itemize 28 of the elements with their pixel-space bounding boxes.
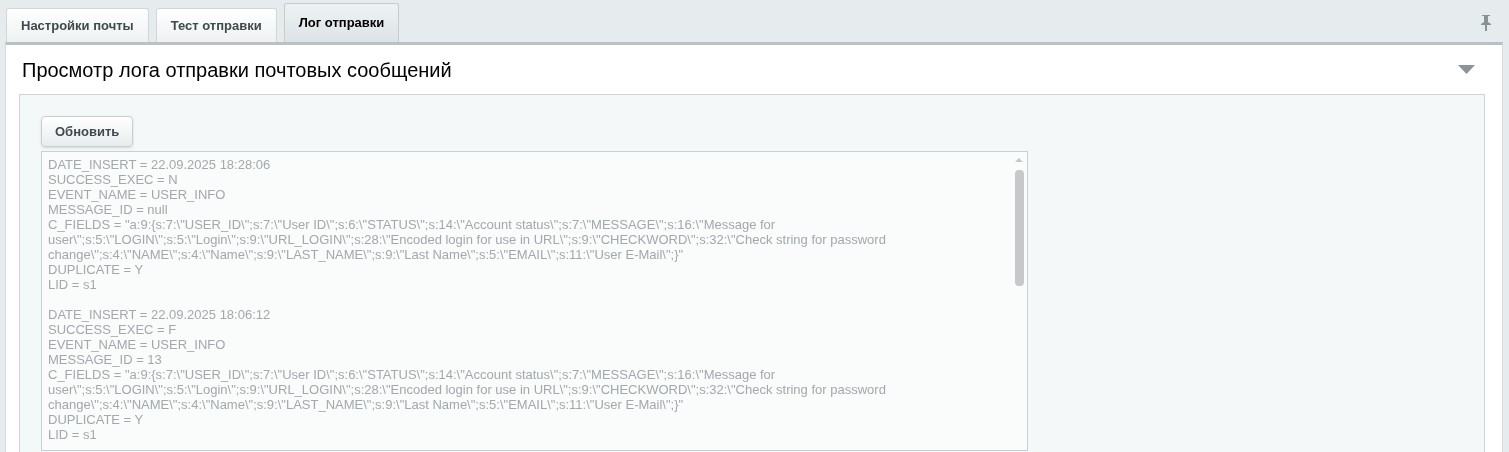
log-line: EVENT_NAME = USER_INFO [48, 187, 226, 202]
log-line: MESSAGE_ID = null [48, 202, 168, 217]
collapse-icon[interactable] [1458, 65, 1475, 74]
log-line: C_FIELDS = "a:9:{s:7:\"USER_ID\";s:7:\"User ID\";s:6:\"STATUS\";s:14:\"Account status\";s:7:\"MESSAGE\";s:16:\"Message for [48, 217, 776, 232]
log-line: DUPLICATE = Y [48, 262, 144, 277]
log-line: change\";s:4:\"NAME\";s:4:\"Name\";s:9:\"LAST_NAME\";s:9:\"Last Name\";s:5:\"EMAIL\";s:11:\"User E-Mail\";}" [48, 397, 684, 412]
log-line: DUPLICATE = Y [48, 412, 144, 427]
log-line: DATE_INSERT = 22.09.2025 18:28:06 [48, 157, 271, 172]
log-line: user\";s:5:\"LOGIN\";s:5:\"Login\";s:9:\"URL_LOGIN\";s:28:\"Encoded login for use in URL\";s:9:\"CHECKWORD\";s:32:\"Check string for password [48, 382, 886, 397]
log-line: DATE_INSERT = 22.09.2025 18:06:12 [48, 307, 271, 322]
log-line: LID = s1 [48, 277, 97, 292]
log-text-area[interactable] [41, 151, 1028, 451]
tab[interactable]: Лог отправки [283, 3, 400, 42]
log-line: EVENT_NAME = USER_INFO [48, 337, 226, 352]
tab[interactable]: Настройки почты [6, 8, 149, 42]
scrollbar-thumb[interactable] [1014, 170, 1024, 286]
log-line: SUCCESS_EXEC = N [48, 172, 178, 187]
section-title: Просмотр лога отправки почтовых сообщений [21, 57, 452, 83]
log-line: LID = s1 [48, 427, 97, 442]
refresh-button[interactable]: Обновить [41, 116, 134, 147]
pin-icon[interactable] [1480, 14, 1492, 31]
tab[interactable]: Тест отправки [155, 8, 277, 42]
log-line: user\";s:5:\"LOGIN\";s:5:\"Login\";s:9:\"URL_LOGIN\";s:28:\"Encoded login for use in URL\";s:9:\"CHECKWORD\";s:32:\"Check string for password [48, 232, 886, 247]
log-line: SUCCESS_EXEC = F [48, 322, 177, 337]
log-line: MESSAGE_ID = 13 [48, 352, 162, 367]
log-line: C_FIELDS = "a:9:{s:7:\"USER_ID\";s:7:\"User ID\";s:6:\"STATUS\";s:14:\"Account status\";s:7:\"MESSAGE\";s:16:\"Message for [48, 367, 776, 382]
log-line: change\";s:4:\"NAME\";s:4:\"Name\";s:9:\"LAST_NAME\";s:9:\"Last Name\";s:5:\"EMAIL\";s:11:\"User E-Mail\";}" [48, 247, 684, 262]
scroll-up-icon[interactable] [1014, 156, 1024, 164]
